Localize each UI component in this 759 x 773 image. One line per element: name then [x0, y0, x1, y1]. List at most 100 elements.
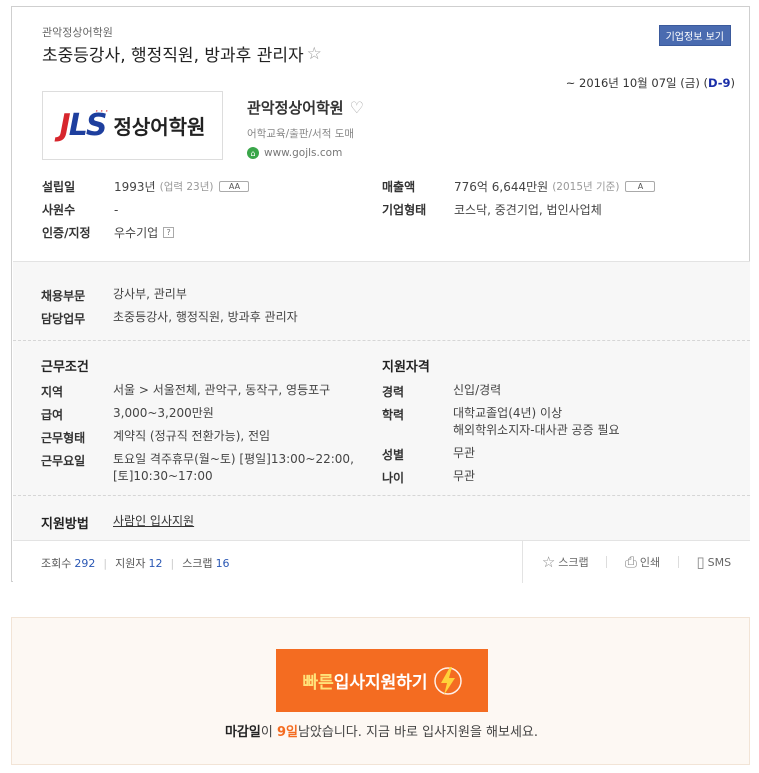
separator [677, 556, 679, 568]
deadline-label: 마감일 [224, 725, 261, 740]
cert-value: 우수기업 [114, 226, 159, 240]
career-label: 경력 [382, 385, 405, 399]
divider [13, 495, 750, 496]
apply-btn-text: 입사지원하기 [333, 673, 428, 692]
scraps-count: 16 [215, 556, 230, 570]
print-button[interactable]: ⎙ 인쇄 [625, 553, 660, 571]
form-value: 계약직 (정규직 전환가능), 전임 [113, 429, 271, 443]
deadline-date: ~ 2016년 10월 07일 (금) ( [565, 76, 708, 90]
dept-label: 채용부문 [41, 289, 86, 303]
conditions-title: 근무조건 [41, 360, 89, 375]
scrap-label: 스크랩 [558, 556, 589, 569]
sms-label: SMS [707, 555, 732, 569]
gender-value: 무관 [453, 446, 476, 460]
type-value: 코스닥, 중견기업, 법인사업체 [454, 203, 602, 217]
printer-icon: ⎙ [624, 553, 637, 571]
revenue-row: 매출액 776억 6,644만원 (2015년 기준) A [382, 178, 656, 195]
separator: | [103, 556, 108, 570]
separator: | [170, 556, 175, 570]
founded-row: 설립일 1993년 (업력 23년) AA [42, 178, 250, 195]
deadline: ~ 2016년 10월 07일 (금) (D-9) [566, 75, 735, 91]
founded-badge[interactable]: AA [219, 181, 250, 192]
divider [13, 340, 750, 341]
homepage-link[interactable]: www.gojls.com [264, 147, 342, 159]
region-label: 지역 [41, 385, 64, 399]
pay-label: 급여 [41, 408, 64, 422]
job-details: 채용부문 강사부, 관리부 담당업무 초중등강사, 행정직원, 방과후 관리자 … [13, 261, 750, 540]
applicants-count: 12 [148, 556, 163, 570]
company-name: 관악정상어학원 ♡ [247, 97, 364, 118]
action-buttons: ☆ 스크랩 ⎙ 인쇄 ▯ SMS [522, 541, 750, 583]
edu-value-1: 대학교졸업(4년) 이상 [453, 406, 563, 420]
company-industry: 어학교육/출판/서적 도매 [247, 128, 355, 140]
cert-row: 인증/지정 우수기업 ? [42, 224, 175, 241]
days-value-1: 토요일 격주휴무(월~토) [평일]13:00~22:00, [113, 452, 354, 466]
stats-bar: 조회수 292 | 지원자 12 | 스크랩 16 ☆ 스크랩 ⎙ 인쇄 ▯ S… [13, 540, 750, 583]
founded-value: 1993년 [114, 180, 156, 194]
edu-label: 학력 [382, 408, 405, 422]
duty-label: 담당업무 [41, 312, 86, 326]
revenue-badge[interactable]: A [625, 181, 656, 192]
apply-btn-highlight: 빠른 [302, 673, 334, 692]
logo-letters: JLS ˙˙˙ [59, 108, 109, 143]
revenue-value: 776억 6,644만원 [454, 180, 549, 194]
dday-badge: D-9 [707, 76, 731, 90]
dept-value: 강사부, 관리부 [113, 287, 187, 301]
employees-row: 사원수 - [42, 201, 118, 218]
company-name-small[interactable]: 관악정상어학원 [42, 24, 113, 40]
logo-name: 정상어학원 [113, 115, 206, 139]
type-row: 기업형태 코스닥, 중견기업, 법인사업체 [382, 201, 602, 218]
company-name-text[interactable]: 관악정상어학원 [247, 97, 344, 118]
founded-label: 설립일 [42, 180, 76, 194]
stats: 조회수 292 | 지원자 12 | 스크랩 16 [41, 555, 230, 571]
print-label: 인쇄 [639, 556, 661, 569]
employees-value: - [114, 202, 119, 217]
company-logo[interactable]: JLS ˙˙˙ 정상어학원 [42, 91, 223, 160]
star-icon: ☆ [541, 553, 556, 571]
lightning-icon [433, 666, 462, 695]
help-icon[interactable]: ? [163, 227, 175, 238]
age-value: 무관 [453, 469, 476, 483]
form-label: 근무형태 [41, 431, 86, 445]
views-count: 292 [74, 556, 96, 570]
age-label: 나이 [382, 471, 405, 485]
days-label: 근무요일 [41, 454, 86, 468]
apply-method-link[interactable]: 사람인 입사지원 [113, 513, 194, 530]
qualification-title: 지원자격 [382, 360, 430, 375]
job-title-text: 초중등강사, 행정직원, 방과후 관리자 [42, 46, 304, 66]
phone-icon: ▯ [696, 553, 705, 571]
remaining-days: 9일 [276, 725, 298, 740]
star-icon[interactable]: ☆ [307, 44, 322, 64]
deadline-suffix: ) [730, 76, 736, 90]
quick-apply-box: 빠른 입사지원하기 마감일이 9일남았습니다. 지금 바로 입사지원을 해보세요. [11, 617, 750, 765]
employees-label: 사원수 [42, 203, 76, 217]
scrap-button[interactable]: ☆ 스크랩 [542, 553, 589, 571]
heart-icon[interactable]: ♡ [350, 98, 364, 117]
career-value: 신입/경력 [453, 383, 502, 397]
scraps-label: 스크랩 [182, 557, 213, 570]
cert-label: 인증/지정 [42, 226, 91, 240]
job-card: 관악정상어학원 초중등강사, 행정직원, 방과후 관리자 ☆ 기업정보 보기 ~… [11, 6, 750, 583]
separator [606, 556, 608, 568]
founded-note: (업력 23년) [159, 181, 214, 193]
days-value-2: [토]10:30~17:00 [113, 469, 213, 483]
remaining-rest: 남았습니다. 지금 바로 입사지원을 해보세요. [297, 725, 539, 740]
apply-method-label: 지원방법 [41, 517, 89, 532]
quick-apply-button[interactable]: 빠른 입사지원하기 [276, 649, 488, 712]
home-icon: ⌂ [247, 147, 259, 159]
company-homepage[interactable]: ⌂ www.gojls.com [247, 147, 342, 159]
revenue-label: 매출액 [382, 180, 416, 194]
remaining-days-text: 마감일이 9일남았습니다. 지금 바로 입사지원을 해보세요. [12, 721, 751, 740]
job-title: 초중등강사, 행정직원, 방과후 관리자 ☆ [42, 41, 322, 67]
type-label: 기업형태 [382, 203, 427, 217]
pay-value: 3,000~3,200만원 [113, 406, 214, 420]
revenue-note: (2015년 기준) [552, 181, 620, 193]
applicants-label: 지원자 [115, 557, 146, 570]
views-label: 조회수 [41, 557, 72, 570]
sms-button[interactable]: ▯ SMS [696, 553, 731, 571]
corp-info-button[interactable]: 기업정보 보기 [658, 25, 731, 46]
gender-label: 성별 [382, 448, 405, 462]
remaining-mid: 이 [260, 725, 277, 740]
duty-value: 초중등강사, 행정직원, 방과후 관리자 [113, 310, 298, 324]
edu-value-2: 해외학위소지자-대사관 공증 필요 [453, 423, 620, 437]
